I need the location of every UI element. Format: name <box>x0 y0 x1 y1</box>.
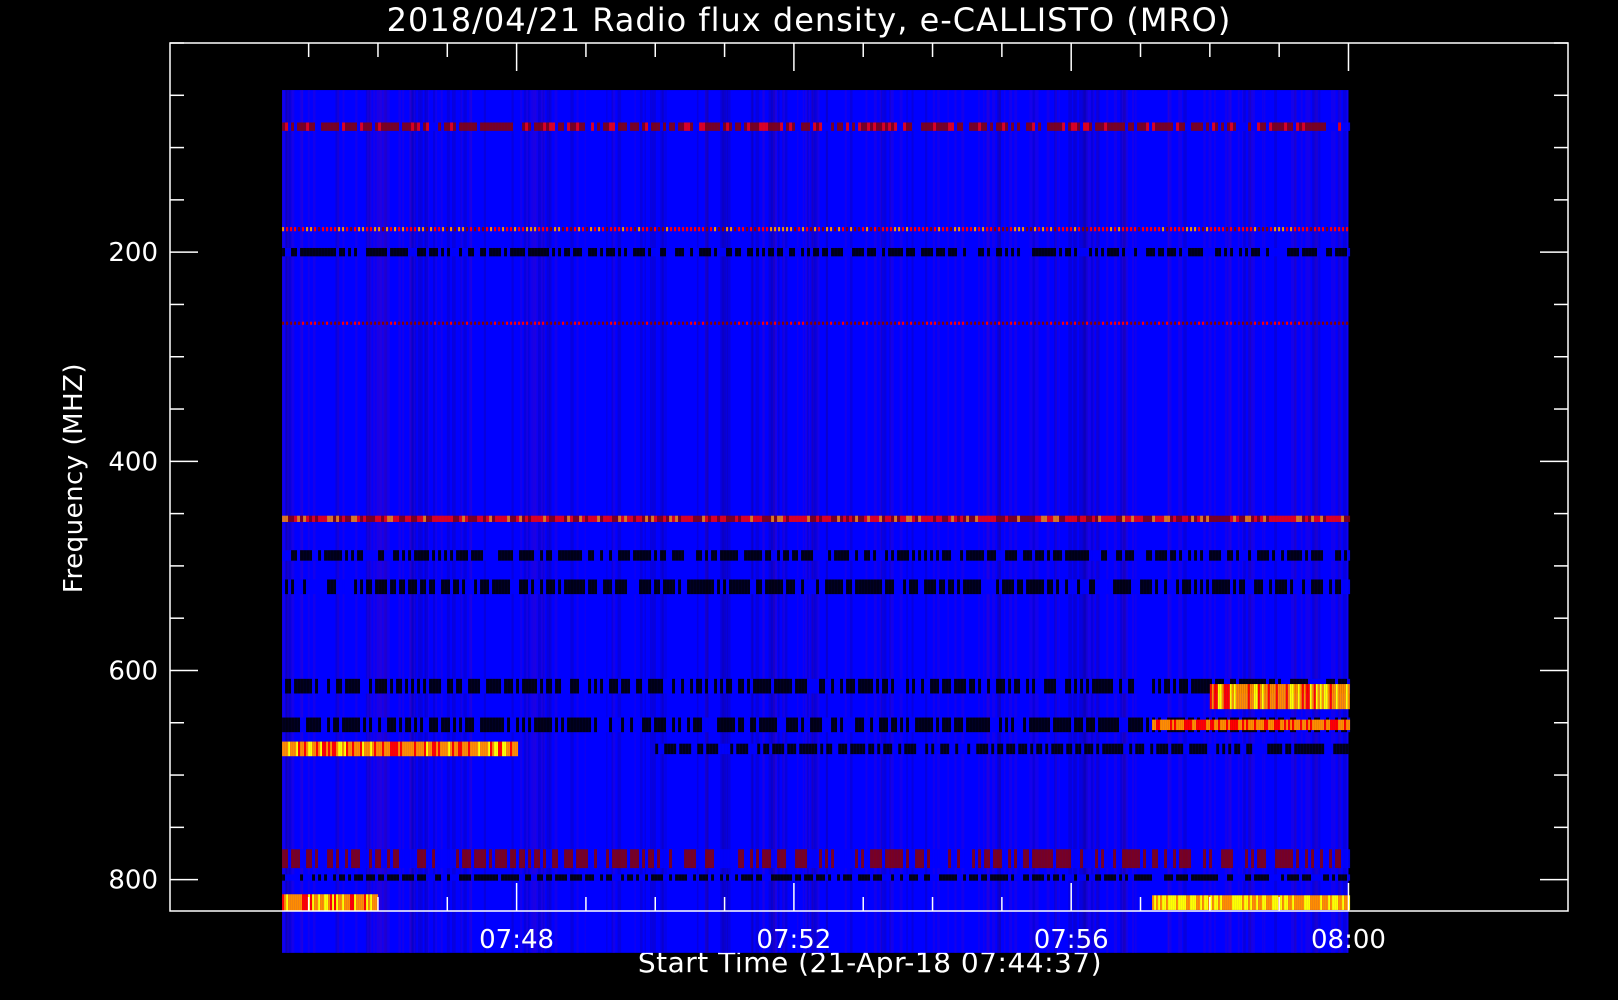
heatmap-band <box>282 515 1351 522</box>
heatmap-band <box>282 894 379 911</box>
heatmap-band <box>282 874 1351 881</box>
heatmap-band <box>282 579 1351 595</box>
x-tick-label: 07:48 <box>479 925 554 955</box>
y-tick-label: 200 <box>108 238 158 268</box>
x-tick-label: 07:56 <box>1034 925 1109 955</box>
heatmap-band <box>282 247 1351 257</box>
y-tick-label: 600 <box>108 656 158 686</box>
y-tick-label: 800 <box>108 866 158 896</box>
heatmap-band <box>282 741 519 757</box>
heatmap-band <box>1152 895 1351 910</box>
heatmap-band <box>282 678 1351 694</box>
heatmap-band <box>282 849 1351 869</box>
heatmap-band <box>1152 719 1351 731</box>
x-tick-label: 08:00 <box>1311 925 1386 955</box>
heatmap-band <box>1209 684 1350 710</box>
x-tick-label: 07:52 <box>756 925 831 955</box>
y-tick-label: 400 <box>108 447 158 477</box>
spectrogram-plot: 200 400 600 800 07:48 07:52 07:56 08:00 <box>108 42 1569 955</box>
heatmap <box>282 90 1352 953</box>
heatmap-band <box>282 122 1351 131</box>
heatmap-band <box>282 550 1351 561</box>
heatmap-band <box>655 743 1352 755</box>
